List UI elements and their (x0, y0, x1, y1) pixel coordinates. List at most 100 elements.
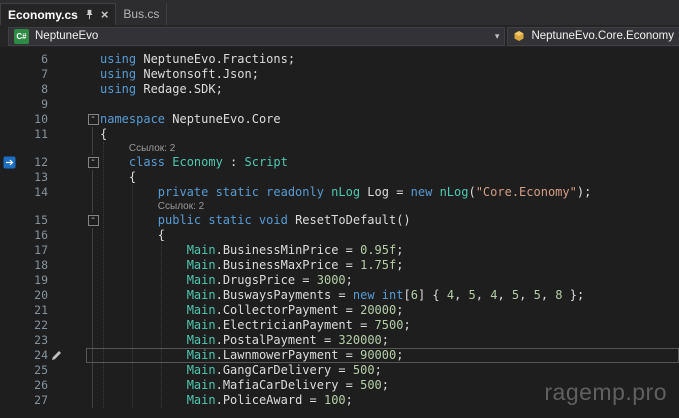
edit-margin (48, 200, 86, 213)
outline-margin[interactable] (86, 213, 100, 228)
token: 90000 (360, 348, 396, 362)
project-dropdown[interactable]: C# NeptuneEvo ▾ (8, 27, 505, 46)
line-number[interactable]: 10 (18, 112, 48, 127)
line-number[interactable]: 23 (18, 333, 48, 348)
codelens-row[interactable]: Ссылок: 2 (0, 200, 679, 213)
code-text: Main.DrugsPrice = 3000; (100, 273, 353, 288)
codelens-row[interactable]: Ссылок: 2 (0, 142, 679, 155)
outline-guide (92, 170, 93, 185)
glyph-margin (0, 258, 18, 273)
line-number[interactable]: 24 (18, 348, 48, 363)
code-line[interactable]: 10namespace NeptuneEvo.Core (0, 112, 679, 127)
line-number[interactable]: 26 (18, 378, 48, 393)
code-line[interactable]: 9 (0, 97, 679, 112)
token: 100 (324, 393, 346, 407)
code-line[interactable]: 20Main.BuswaysPayments = new int[6] { 4,… (0, 288, 679, 303)
outline-margin[interactable] (86, 112, 100, 127)
outline-margin (86, 52, 100, 67)
token: Main (187, 273, 216, 287)
edit-margin (48, 273, 86, 288)
line-number[interactable]: 9 (18, 97, 48, 112)
glyph-margin (0, 378, 18, 393)
line-number[interactable]: 11 (18, 127, 48, 142)
line-number[interactable]: 7 (18, 67, 48, 82)
line-number[interactable]: 19 (18, 273, 48, 288)
code-line[interactable]: 16{ (0, 228, 679, 243)
fold-collapse-icon[interactable] (88, 215, 99, 226)
line-number[interactable]: 13 (18, 170, 48, 185)
code-line[interactable]: 23Main.PostalPayment = 320000; (0, 333, 679, 348)
code-line[interactable]: 15 public static void ResetToDefault() (0, 213, 679, 228)
token: namespace (100, 112, 172, 126)
token: ; (375, 363, 382, 377)
outline-guide (92, 318, 93, 333)
code-line[interactable]: 11{ (0, 127, 679, 142)
outline-margin (86, 258, 100, 273)
tab-bus[interactable]: Bus.cs (116, 3, 167, 25)
outline-margin (86, 200, 100, 213)
fold-collapse-icon[interactable] (88, 157, 99, 168)
bookmark-icon[interactable] (0, 155, 18, 170)
code-line[interactable]: 14private static readonly nLog Log = new… (0, 185, 679, 200)
token: Main (187, 243, 216, 257)
line-number[interactable]: 6 (18, 52, 48, 67)
code-line[interactable]: 22 Main.ElectricianPayment = 7500; (0, 318, 679, 333)
pin-icon[interactable] (84, 9, 95, 20)
code-editor[interactable]: 6using NeptuneEvo.Fractions;7using Newto… (0, 47, 679, 418)
edit-margin (48, 52, 86, 67)
line-number[interactable]: 15 (18, 213, 48, 228)
code-line[interactable]: 12class Economy : Script (0, 155, 679, 170)
code-line[interactable]: 24Main.LawnmowerPayment = 90000; (0, 348, 679, 363)
line-number[interactable]: 22 (18, 318, 48, 333)
edit-margin (48, 213, 86, 228)
code-line[interactable]: 7using Newtonsoft.Json; (0, 67, 679, 82)
code-line[interactable]: 25Main.GangCarDelivery = 500; (0, 363, 679, 378)
line-number[interactable]: 17 (18, 243, 48, 258)
token: ; (382, 378, 389, 392)
code-text: Main.ElectricianPayment = 7500; (100, 318, 411, 333)
line-number[interactable]: 18 (18, 258, 48, 273)
code-text: public static void ResetToDefault() (100, 213, 411, 228)
token: 500 (353, 363, 375, 377)
edit-pencil-icon[interactable] (48, 348, 86, 363)
token: 20000 (360, 303, 396, 317)
outline-guide (92, 288, 93, 303)
code-line[interactable]: 18 Main.BusinessMaxPrice = 1.75f; (0, 258, 679, 273)
fold-collapse-icon[interactable] (88, 114, 99, 125)
token: ; (346, 273, 353, 287)
line-number[interactable] (18, 200, 48, 213)
line-number[interactable]: 8 (18, 82, 48, 97)
edit-margin (48, 333, 86, 348)
code-line[interactable]: 13{ (0, 170, 679, 185)
code-line[interactable]: 17Main.BusinessMinPrice = 0.95f; (0, 243, 679, 258)
code-line[interactable]: 6using NeptuneEvo.Fractions; (0, 52, 679, 67)
code-line[interactable]: 19 Main.DrugsPrice = 3000; (0, 273, 679, 288)
edit-margin (48, 228, 86, 243)
code-line[interactable]: 21Main.CollectorPayment = 20000; (0, 303, 679, 318)
glyph-margin (0, 273, 18, 288)
line-number[interactable]: 25 (18, 363, 48, 378)
type-dropdown[interactable]: NeptuneEvo.Core.Economy (507, 27, 679, 46)
line-number[interactable]: 20 (18, 288, 48, 303)
type-name: NeptuneEvo.Core.Economy (531, 30, 674, 42)
glyph-margin (0, 333, 18, 348)
outline-guide (92, 200, 93, 213)
glyph-margin (0, 228, 18, 243)
line-number[interactable]: 21 (18, 303, 48, 318)
tab-economy[interactable]: Economy.cs × (0, 3, 116, 25)
token: ); (577, 185, 591, 199)
line-number[interactable]: 27 (18, 393, 48, 408)
code-text: Main.BusinessMaxPrice = 1.75f; (100, 258, 403, 273)
line-number[interactable]: 16 (18, 228, 48, 243)
token: .BusinessMinPrice = (216, 243, 361, 257)
line-number[interactable] (18, 142, 48, 155)
token: : (223, 155, 245, 169)
outline-margin[interactable] (86, 155, 100, 170)
code-line[interactable]: 8using Redage.SDK; (0, 82, 679, 97)
line-number[interactable]: 12 (18, 155, 48, 170)
line-number[interactable]: 14 (18, 185, 48, 200)
token: .BusinessMaxPrice = (216, 258, 361, 272)
token: int (382, 288, 404, 302)
glyph-margin (0, 52, 18, 67)
close-icon[interactable]: × (101, 8, 109, 21)
